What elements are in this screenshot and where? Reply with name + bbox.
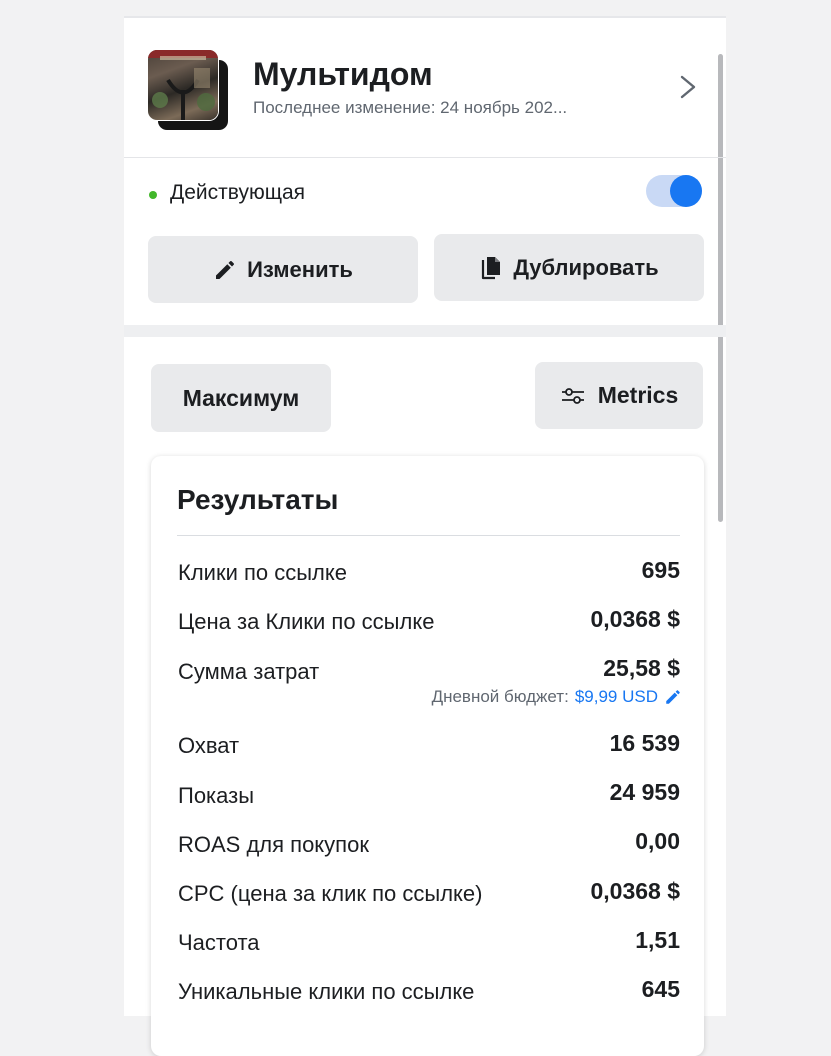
metric-label-roas: ROAS для покупок: [178, 832, 369, 857]
metric-label-cpc: CPC (цена за клик по ссылке): [178, 881, 483, 906]
sliders-icon: [561, 387, 584, 404]
metric-value-cpc: 0,0368 $: [590, 878, 680, 904]
results-card: Результаты Клики по ссылке 695 Цена за К…: [151, 456, 704, 1056]
divider: [177, 535, 680, 536]
last-modified-text: Последнее изменение: 24 ноябрь 202...: [253, 98, 568, 117]
metric-label-link-clicks: Клики по ссылке: [178, 560, 347, 585]
toggle-knob: [670, 175, 702, 207]
duplicate-button-label: Дублировать: [513, 254, 659, 280]
ad-title[interactable]: Мультидом: [253, 56, 433, 93]
duplicate-icon: [482, 256, 501, 279]
metric-value-link-clicks: 695: [641, 557, 680, 583]
status-label: Действующая: [170, 181, 306, 204]
edit-button[interactable]: Изменить: [148, 236, 418, 303]
metric-label-frequency: Частота: [178, 930, 260, 955]
scrollbar[interactable]: [718, 54, 723, 522]
duplicate-button[interactable]: Дублировать: [434, 234, 704, 301]
ad-thumbnail[interactable]: [148, 50, 228, 130]
metric-label-reach: Охват: [178, 733, 240, 758]
chevron-right-icon[interactable]: [676, 72, 700, 102]
metric-value-amount-spent: 25,58 $: [603, 655, 680, 681]
results-title: Результаты: [177, 484, 339, 515]
date-range-button[interactable]: Максимум: [151, 364, 331, 432]
daily-budget-label: Дневной бюджет:: [431, 687, 569, 706]
metrics-button[interactable]: Metrics: [535, 362, 703, 429]
metric-value-frequency: 1,51: [635, 927, 680, 953]
metric-value-reach: 16 539: [609, 730, 680, 756]
status-toggle[interactable]: [646, 175, 702, 207]
metric-value-roas: 0,00: [635, 828, 680, 854]
daily-budget[interactable]: Дневной бюджет: $9,99 USD: [432, 687, 682, 707]
section-separator: [124, 325, 726, 337]
ad-details-panel: Мультидом Последнее изменение: 24 ноябрь…: [124, 16, 726, 1056]
status-dot-icon: [149, 191, 157, 199]
pencil-icon: [216, 260, 235, 279]
edit-button-label: Изменить: [247, 256, 353, 282]
metrics-button-label: Metrics: [597, 382, 679, 408]
metric-label-amount-spent: Сумма затрат: [178, 659, 320, 684]
thumbnail-image: [148, 50, 218, 120]
metric-label-unique-link-clicks: Уникальные клики по ссылке: [178, 979, 475, 1004]
top-border: [124, 16, 726, 18]
edit-budget-icon[interactable]: [664, 688, 682, 706]
metric-label-impressions: Показы: [178, 783, 255, 808]
metric-value-impressions: 24 959: [609, 779, 680, 805]
metric-value-unique-link-clicks: 645: [641, 976, 680, 1002]
daily-budget-amount[interactable]: $9,99 USD: [575, 687, 658, 707]
divider: [124, 157, 726, 158]
metric-value-cost-per-link-click: 0,0368 $: [590, 606, 680, 632]
metric-label-cost-per-link-click: Цена за Клики по ссылке: [178, 609, 435, 634]
